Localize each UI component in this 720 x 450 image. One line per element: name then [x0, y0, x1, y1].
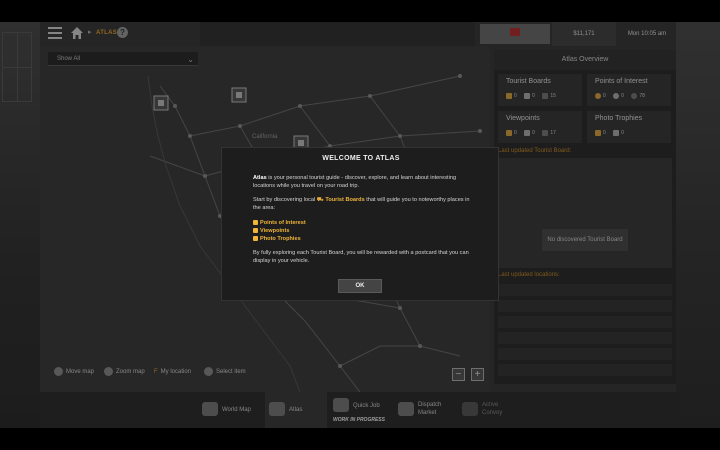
letterbox-top: [0, 0, 720, 22]
camera-icon: [253, 228, 258, 234]
letterbox-bottom: [0, 428, 720, 450]
start-text: Start by discovering local ⛟ Tourist Boa…: [253, 197, 470, 211]
ok-button[interactable]: OK: [338, 279, 382, 293]
list-item: Photo Trophies: [253, 235, 473, 243]
list-item: Points of Interest: [253, 219, 473, 227]
intro-text: Atlas is your personal tourist guide - d…: [253, 175, 457, 189]
dialog-body: Atlas is your personal tourist guide - d…: [253, 175, 473, 273]
pin-icon: [253, 220, 258, 226]
feature-list: Points of Interest Viewpoints Photo Trop…: [253, 219, 473, 243]
trophy-icon: [253, 236, 258, 242]
outro-text: By fully exploring each Tourist Board, y…: [253, 250, 469, 264]
dialog-title: WELCOME TO ATLAS: [322, 155, 400, 162]
welcome-dialog: WELCOME TO ATLAS Atlas is your personal …: [221, 147, 499, 301]
list-item: Viewpoints: [253, 227, 473, 235]
